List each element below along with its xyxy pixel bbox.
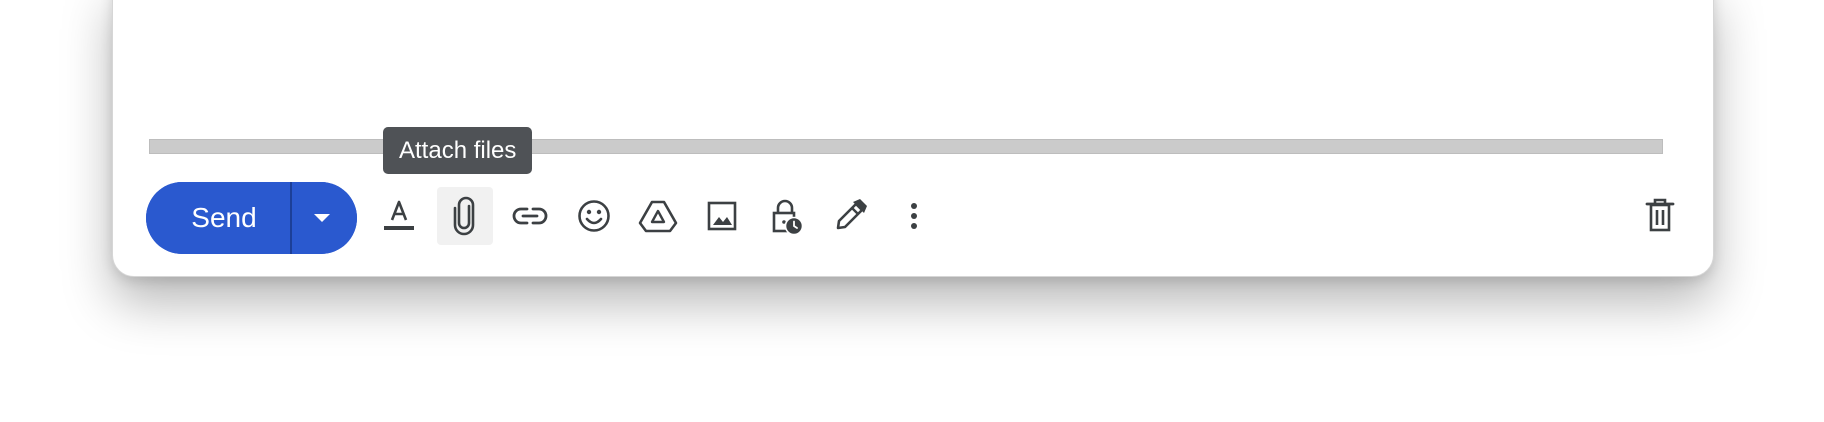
more-send-options-button[interactable] [292, 182, 357, 254]
insert-signature-button[interactable] [822, 187, 878, 245]
caret-down-icon [313, 214, 330, 222]
insert-photo-icon [707, 201, 737, 231]
insert-link-icon [512, 207, 548, 225]
message-body-scrollbar[interactable] [149, 139, 1663, 154]
more-options-icon [911, 203, 917, 229]
discard-draft-icon [1645, 198, 1675, 232]
attach-files-button[interactable] [437, 187, 493, 245]
insert-photo-button[interactable] [694, 187, 750, 245]
confidential-mode-button[interactable] [758, 187, 814, 245]
discard-draft-button[interactable] [1632, 187, 1688, 245]
attach-files-tooltip: Attach files [383, 127, 533, 174]
confidential-mode-icon [772, 199, 804, 236]
attach-files-icon [453, 196, 475, 236]
insert-signature-icon [836, 199, 867, 230]
screen: Attach files Send [0, 0, 1824, 422]
more-options-button[interactable] [886, 187, 942, 245]
insert-link-button[interactable] [502, 187, 558, 245]
insert-emoji-button[interactable] [566, 187, 622, 245]
compose-window: Attach files Send [112, 0, 1714, 277]
send-button[interactable]: Send [146, 182, 290, 254]
formatting-options-button[interactable] [371, 187, 427, 245]
insert-drive-icon [638, 200, 678, 233]
insert-drive-button[interactable] [630, 187, 686, 245]
send-button-group: Send [146, 182, 357, 254]
formatting-options-icon [384, 200, 414, 230]
insert-emoji-icon [578, 200, 610, 232]
